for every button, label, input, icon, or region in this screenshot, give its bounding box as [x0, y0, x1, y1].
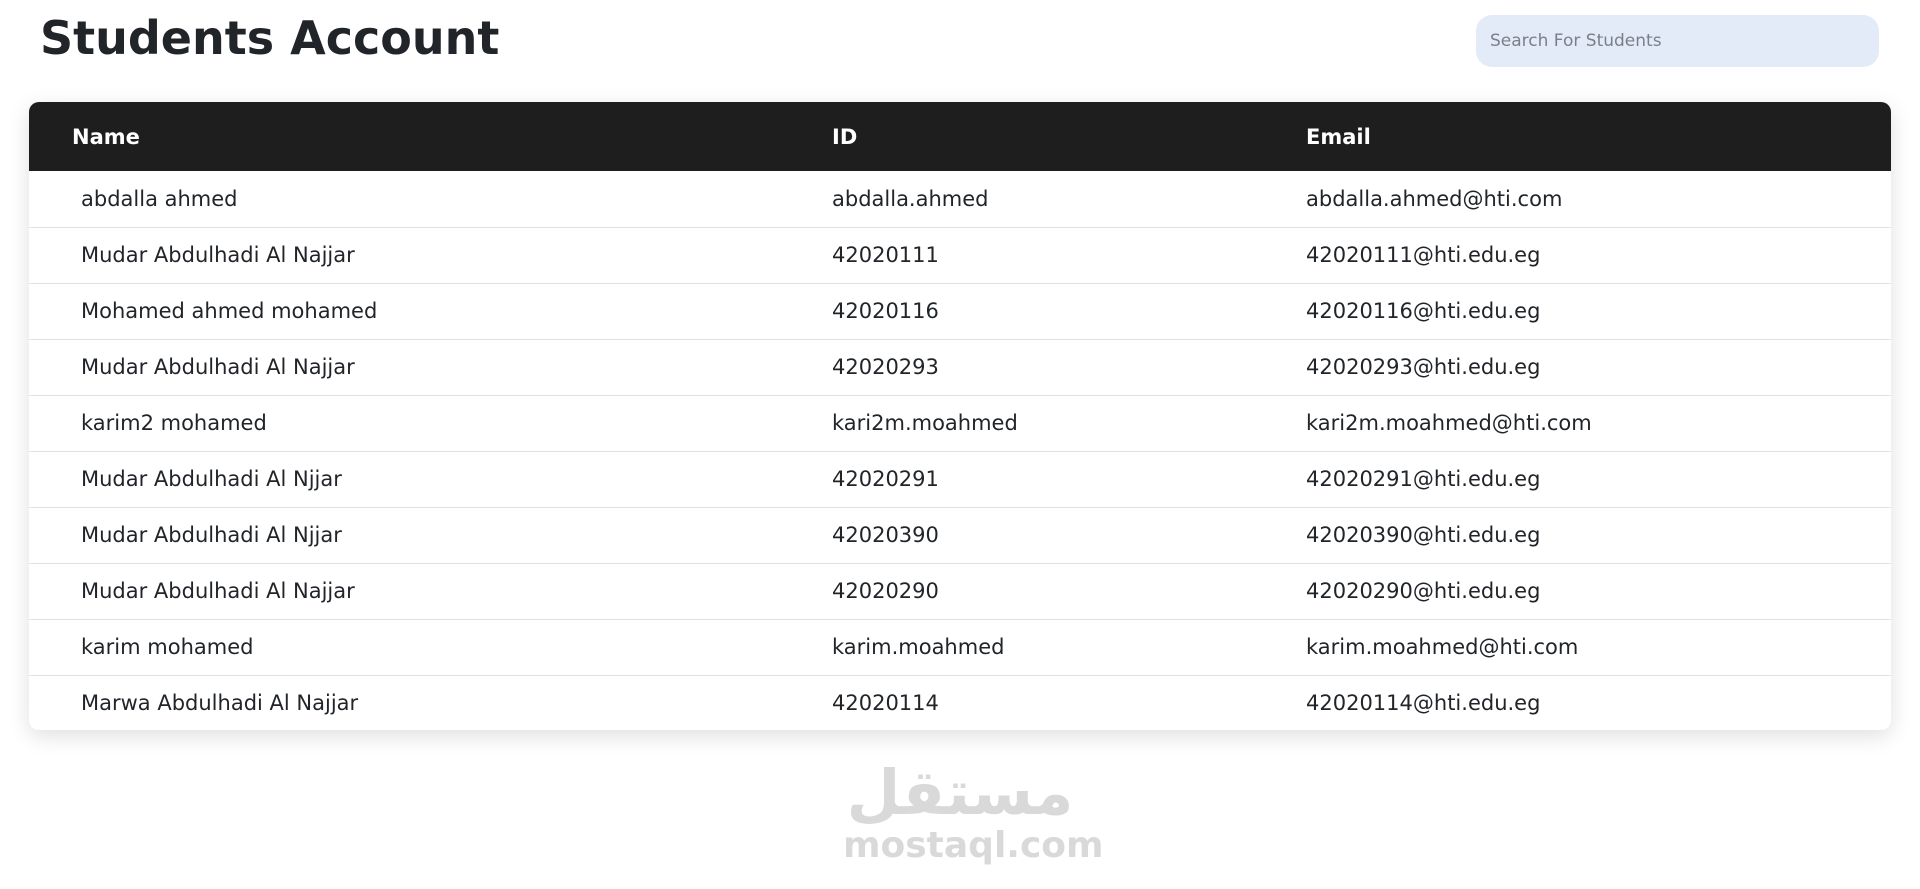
cell-id: 42020291	[832, 467, 939, 491]
cell-email: karim.moahmed@hti.com	[1306, 635, 1579, 659]
column-header-email[interactable]: Email	[1306, 102, 1891, 171]
watermark-logo: مستقل	[846, 756, 1074, 829]
cell-id: karim.moahmed	[832, 635, 1005, 659]
mostaql-watermark: مستقل mostaql.com	[843, 756, 1104, 866]
cell-name: Marwa Abdulhadi Al Najjar	[81, 691, 359, 716]
table-row[interactable]: karim mohamed karim.moahmed karim.moahmed@…	[29, 619, 1891, 675]
cell-name: karim mohamed	[81, 635, 254, 659]
cell-email: 42020290@hti.edu.eg	[1306, 579, 1541, 603]
cell-name: Mudar Abdulhadi Al Najjar	[81, 579, 355, 603]
table-body: abdalla ahmed abdalla.ahmed abdalla.ahmed@…	[29, 171, 1891, 730]
cell-email: abdalla.ahmed@hti.com	[1306, 186, 1563, 211]
cell-name: abdalla ahmed	[81, 186, 238, 211]
table-row[interactable]: Mudar Abdulhadi Al Najjar 42020293 4202029…	[29, 339, 1891, 395]
search-input[interactable]	[1476, 15, 1879, 67]
cell-email: 42020293@hti.edu.eg	[1306, 355, 1541, 379]
column-header-name[interactable]: Name	[29, 102, 832, 171]
cell-email: kari2m.moahmed@hti.com	[1306, 411, 1592, 435]
table-row[interactable]: Mudar Abdulhadi Al Najjar 42020111 4202011…	[29, 227, 1891, 283]
table-row[interactable]: Mudar Abdulhadi Al Najjar 42020290 4202029…	[29, 563, 1891, 619]
cell-email: 42020116@hti.edu.eg	[1306, 299, 1541, 323]
page: Students Account Name ID Email abdalla a…	[0, 0, 1920, 889]
watermark-text: mostaql.com	[843, 825, 1104, 866]
column-header-id[interactable]: ID	[832, 102, 1306, 171]
table-header: Name ID Email	[29, 102, 1891, 171]
cell-email: 42020390@hti.edu.eg	[1306, 523, 1541, 547]
cell-email: 42020291@hti.edu.eg	[1306, 467, 1541, 491]
cell-id: 42020390	[832, 523, 939, 547]
cell-email: 42020111@hti.edu.eg	[1306, 243, 1541, 267]
table-row[interactable]: Marwa Abdulhadi Al Najjar 42020114 4202011…	[29, 675, 1891, 730]
cell-id: 42020116	[832, 299, 939, 323]
cell-id: kari2m.moahmed	[832, 411, 1018, 435]
students-table: Name ID Email abdalla ahmed abdalla.ahmed…	[29, 102, 1891, 730]
table-header-row: Name ID Email	[29, 102, 1891, 171]
students-table-card: Name ID Email abdalla ahmed abdalla.ahmed…	[29, 102, 1891, 730]
cell-name: Mudar Abdulhadi Al Najjar	[81, 243, 355, 267]
cell-id: 42020111	[832, 243, 939, 267]
cell-id: 42020290	[832, 579, 939, 603]
cell-id: 42020114	[832, 691, 939, 716]
table-row[interactable]: Mudar Abdulhadi Al Njjar 42020390 42020390…	[29, 507, 1891, 563]
table-row[interactable]: Mudar Abdulhadi Al Njjar 42020291 42020291…	[29, 451, 1891, 507]
table-row[interactable]: Mohamed ahmed mohamed 42020116 42020116@ht…	[29, 283, 1891, 339]
cell-name: karim2 mohamed	[81, 411, 267, 435]
cell-email: 42020114@hti.edu.eg	[1306, 691, 1541, 716]
cell-name: Mudar Abdulhadi Al Njjar	[81, 523, 342, 547]
cell-id: 42020293	[832, 355, 939, 379]
cell-name: Mudar Abdulhadi Al Njjar	[81, 467, 342, 491]
table-row[interactable]: abdalla ahmed abdalla.ahmed abdalla.ahmed@…	[29, 171, 1891, 227]
cell-name: Mohamed ahmed mohamed	[81, 299, 378, 323]
cell-id: abdalla.ahmed	[832, 186, 989, 211]
page-title: Students Account	[40, 11, 500, 65]
table-row[interactable]: karim2 mohamed kari2m.moahmed kari2m.moahm…	[29, 395, 1891, 451]
cell-name: Mudar Abdulhadi Al Najjar	[81, 355, 355, 379]
